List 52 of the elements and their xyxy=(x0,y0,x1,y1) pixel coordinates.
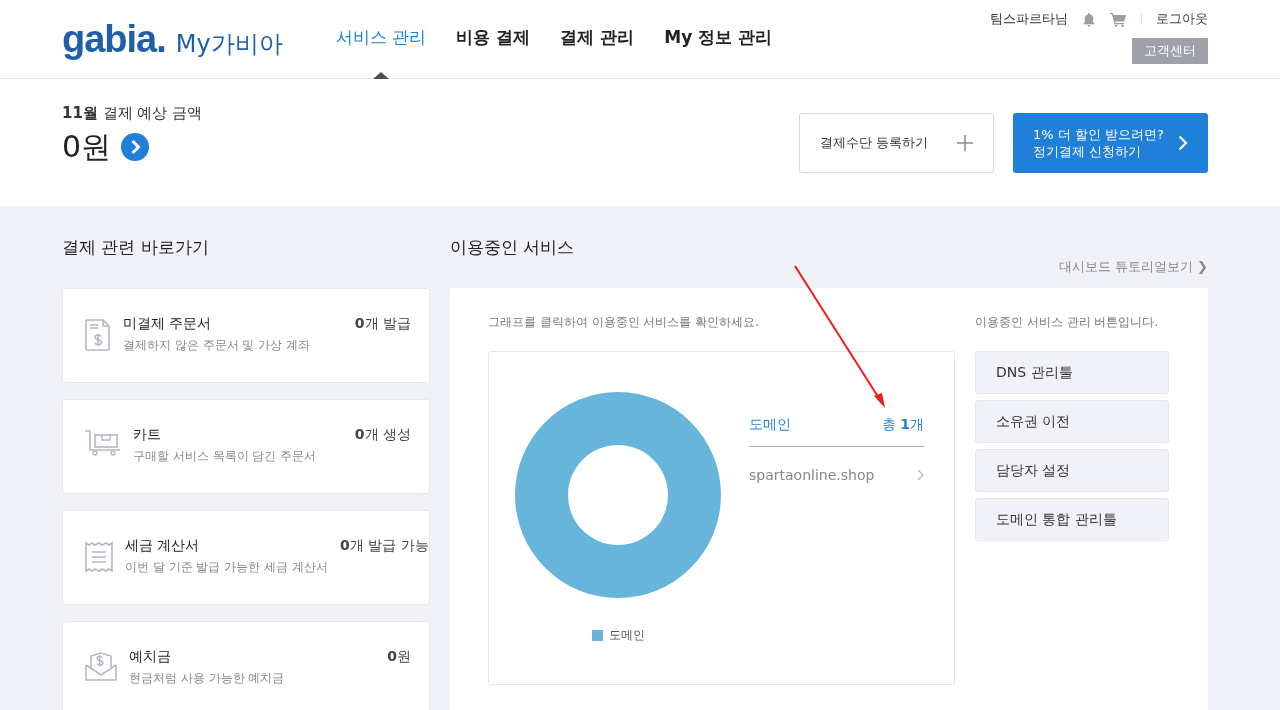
shortcut-card[interactable]: 세금 계산서 이번 달 기준 발급 가능한 세금 계산서 0개 발급 가능 xyxy=(62,510,430,605)
section-title: 결제 관련 바로가기 xyxy=(62,236,210,259)
chart-hint: 그래프를 클릭하여 이용중인 서비스를 확인하세요. xyxy=(488,314,761,331)
manage-button[interactable]: 도메인 통합 관리툴 xyxy=(975,498,1169,541)
legend-label[interactable]: 도메인 xyxy=(609,627,645,644)
register-payment-button[interactable]: 결제수단 등록하기 xyxy=(799,112,994,173)
nav-tab[interactable]: 결제 관리 xyxy=(560,26,635,79)
logo[interactable]: gabia. xyxy=(62,18,166,61)
legend-swatch xyxy=(592,630,603,641)
shortcut-card[interactable]: 카트 구매할 서비스 목록이 담긴 주문서 0개 생성 xyxy=(62,399,430,494)
manage-hint: 이용중인 서비스 관리 버튼입니다. xyxy=(975,314,1160,331)
plus-icon xyxy=(957,134,973,151)
bell-icon[interactable] xyxy=(1082,11,1096,27)
donut-chart[interactable] xyxy=(515,392,721,598)
card-title: 예치금 xyxy=(129,648,172,666)
card-title: 세금 계산서 xyxy=(125,537,201,555)
manage-button[interactable]: 소유권 이전 xyxy=(975,400,1169,443)
card-count: 0개 발급 xyxy=(354,315,411,333)
section-title: 이용중인 서비스 xyxy=(450,236,576,259)
nav-tab[interactable]: 서비스 관리 xyxy=(336,26,427,79)
cart-box-icon xyxy=(85,430,121,456)
card-description: 이번 달 기준 발급 가능한 세금 계산서 xyxy=(125,559,328,576)
card-count: 0원 xyxy=(387,648,411,666)
list-title: 도메인 xyxy=(749,416,791,434)
money-envelope-icon xyxy=(85,652,117,682)
manage-button[interactable]: 담당자 설정 xyxy=(975,449,1169,492)
site-title: My가비아 xyxy=(175,29,283,60)
invoice-icon xyxy=(85,319,111,351)
manage-button[interactable]: DNS 관리툴 xyxy=(975,351,1169,394)
nav-tab[interactable]: My 정보 관리 xyxy=(664,26,773,79)
user-name: 팀스파르타님 xyxy=(990,10,1068,28)
list-total: 총 1개 xyxy=(881,416,924,434)
card-description: 결제하지 않은 주문서 및 가상 계좌 xyxy=(123,337,311,354)
shortcut-card[interactable]: 미결제 주문서 결제하지 않은 주문서 및 가상 계좌 0개 발급 xyxy=(62,288,430,383)
card-title: 카트 xyxy=(133,426,162,444)
receipt-icon xyxy=(85,541,113,573)
cart-icon[interactable] xyxy=(1110,11,1127,27)
billing-estimate-label: 11월 결제 예상 금액 xyxy=(62,103,203,123)
logout-link[interactable]: 로그아웃 xyxy=(1156,10,1208,28)
shortcut-card[interactable]: 예치금 현금처럼 사용 가능한 예치금 0원 xyxy=(62,621,430,710)
chevron-circle-icon[interactable] xyxy=(121,133,150,161)
domain-list-item[interactable]: spartaonline.shop xyxy=(749,467,924,483)
card-title: 미결제 주문서 xyxy=(123,315,213,333)
chevron-right-icon xyxy=(917,469,924,481)
chevron-right-icon xyxy=(1178,134,1188,151)
card-description: 구매할 서비스 목록이 담긴 주문서 xyxy=(133,448,317,465)
nav-tab[interactable]: 비용 결제 xyxy=(456,26,531,79)
billing-amount: 0원 xyxy=(62,127,112,166)
card-count: 0개 생성 xyxy=(354,426,411,444)
card-description: 현금처럼 사용 가능한 예치금 xyxy=(129,670,285,687)
auto-payment-button[interactable]: 1% 더 할인 받으려면? 정기결제 신청하기 xyxy=(1013,112,1208,173)
card-count: 0개 발급 가능 xyxy=(339,537,429,555)
